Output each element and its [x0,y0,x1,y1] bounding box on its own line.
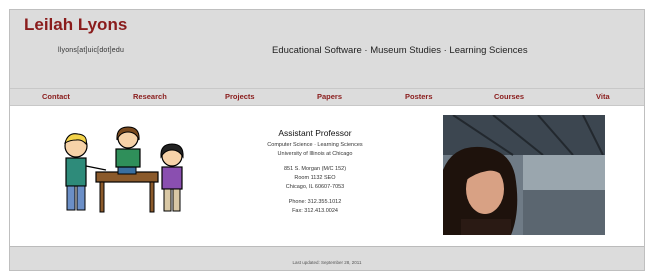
contact-info: Assistant Professor Computer Science · L… [210,128,420,216]
header: Leilah Lyons llyons[at]uic[dot]edu Educa… [10,10,644,88]
address-line: Room 1132 SEO [294,175,336,181]
main-content: Assistant Professor Computer Science · L… [10,106,644,247]
page-frame: Leilah Lyons llyons[at]uic[dot]edu Educa… [9,9,645,271]
tagline: Educational Software · Museum Studies · … [272,45,528,56]
nav-item-posters[interactable]: Posters [405,92,433,101]
nav-item-projects[interactable]: Projects [225,92,255,101]
nav-item-contact[interactable]: Contact [42,92,70,101]
footer: Last updated: September 28, 2011 [10,247,644,270]
department: Computer Science · Learning Sciences [267,142,363,148]
university: University of Illinois at Chicago [277,151,353,157]
children-illustration [64,126,184,213]
nav-bar: Contact Research Projects Papers Posters… [10,88,644,106]
last-updated: Last updated: September 28, 2011 [292,260,362,265]
nav-item-papers[interactable]: Papers [317,92,342,101]
fax-number: Fax: 312.413.0024 [292,208,338,214]
nav-item-courses[interactable]: Courses [494,92,524,101]
address-line: Chicago, IL 60607-7053 [285,184,345,190]
job-title: Assistant Professor [278,128,352,138]
nav-item-research[interactable]: Research [133,92,167,101]
address-line: 851 S. Morgan (M/C 152) [283,166,347,172]
email-address: llyons[at]uic[dot]edu [58,47,125,54]
portrait-photo [443,115,605,235]
nav-item-vita[interactable]: Vita [596,92,610,101]
phone-number: Phone: 312.355.1012 [288,199,342,205]
site-name: Leilah Lyons [24,15,128,34]
